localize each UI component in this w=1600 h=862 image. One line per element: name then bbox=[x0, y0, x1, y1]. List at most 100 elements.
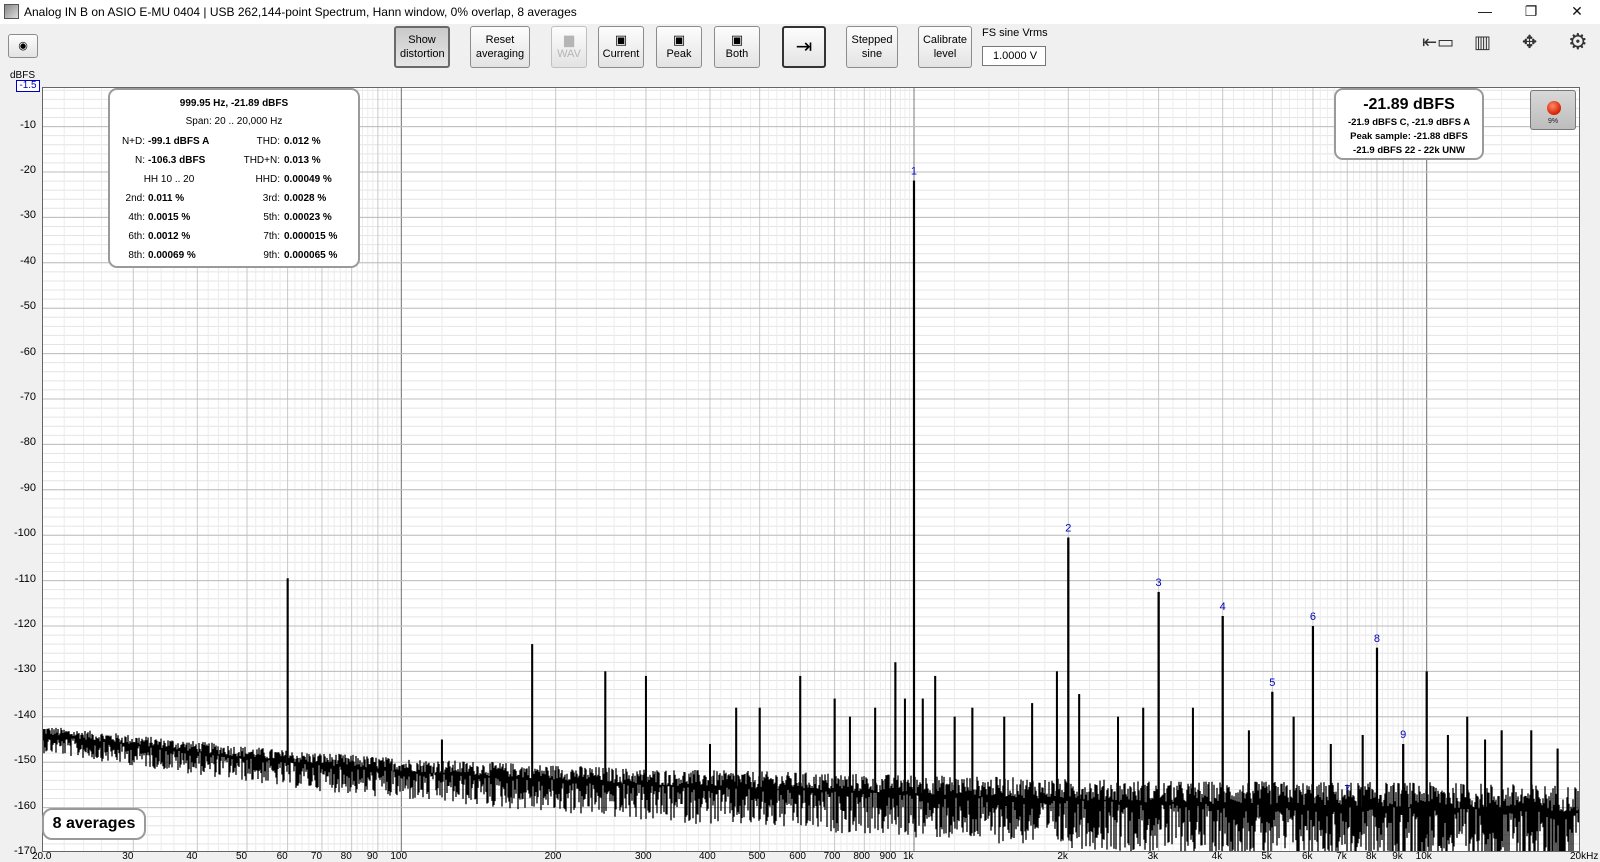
show-distortion-button[interactable]: Show distortion bbox=[394, 26, 450, 68]
level-line1: -21.9 dBFS C, -21.9 dBFS A bbox=[1347, 117, 1471, 128]
dist-row-label: 5th: bbox=[263, 212, 280, 223]
x-tick-label: 20kHz bbox=[1570, 851, 1599, 862]
restore-button[interactable]: ❐ bbox=[1508, 0, 1554, 24]
x-tick-label: 30 bbox=[122, 851, 134, 862]
dist-row-value: 0.012 % bbox=[284, 136, 321, 147]
dist-row-label: 3rd: bbox=[262, 193, 280, 204]
dist-row-value: 0.00069 % bbox=[148, 250, 196, 261]
y-tick-label: -160 bbox=[13, 799, 36, 812]
save-peak-button[interactable]: ▣ Peak bbox=[656, 26, 702, 68]
y-tick-label: -50 bbox=[20, 300, 36, 313]
zoom-icon[interactable]: ⇤▭ bbox=[1422, 32, 1454, 53]
x-tick-label: 200 bbox=[544, 851, 562, 862]
toolbar: ◉ Show distortion Reset averaging ▆ WAV ▣… bbox=[0, 24, 1600, 78]
averages-badge: 8 averages bbox=[42, 808, 146, 840]
record-percent: 9% bbox=[1547, 118, 1559, 125]
x-tick-label: 900 bbox=[879, 851, 897, 862]
harmonic-label-9: 9 bbox=[1400, 729, 1406, 741]
dist-row-label: THD+N: bbox=[243, 155, 280, 166]
calibrate-level-button[interactable]: Calibrate level bbox=[918, 26, 972, 68]
x-tick-label: 50 bbox=[236, 851, 248, 862]
y-tick-label: -70 bbox=[20, 390, 36, 403]
y-tick-label: -30 bbox=[20, 209, 36, 222]
export-arrow-icon: ⇥ bbox=[795, 36, 813, 58]
reset-averaging-label: Reset averaging bbox=[475, 34, 525, 60]
harmonic-label-8: 8 bbox=[1374, 633, 1380, 645]
export-icon[interactable]: ⇥ bbox=[782, 26, 826, 68]
y-tick-label: -120 bbox=[13, 617, 36, 630]
x-tick-label: 700 bbox=[823, 851, 841, 862]
x-tick-label: 400 bbox=[698, 851, 716, 862]
dist-row-value: 0.00023 % bbox=[284, 212, 332, 223]
x-tick-label: 90 bbox=[366, 851, 378, 862]
dist-row-value: 0.013 % bbox=[284, 155, 321, 166]
dist-row-label: 4th: bbox=[128, 212, 145, 223]
distortion-panel: 999.95 Hz, -21.89 dBFS Span: 20 .. 20,00… bbox=[108, 88, 360, 268]
stepped-sine-label: Stepped sine bbox=[851, 34, 893, 60]
x-tick-label: 100 bbox=[390, 851, 408, 862]
save-icon: ▆ bbox=[564, 32, 574, 47]
x-tick-label: 800 bbox=[853, 851, 870, 862]
dist-row-label: 2nd: bbox=[125, 193, 145, 204]
x-tick-label: 4k bbox=[1211, 851, 1223, 862]
y-tick-label: -10 bbox=[20, 118, 36, 131]
y-tick-label: -40 bbox=[20, 254, 36, 267]
level-main: -21.89 dBFS bbox=[1363, 96, 1455, 113]
save-both-button[interactable]: ▣ Both bbox=[714, 26, 760, 68]
harmonic-label-4: 4 bbox=[1220, 601, 1226, 613]
dist-row-value: 0.0012 % bbox=[148, 231, 191, 242]
harmonic-label-3: 3 bbox=[1156, 577, 1162, 589]
dist-row-value: 0.00049 % bbox=[284, 174, 332, 185]
fit-arrows-icon[interactable]: ✥ bbox=[1522, 32, 1537, 53]
x-tick-label: 3k bbox=[1147, 851, 1159, 862]
save-current-button[interactable]: ▣ Current bbox=[598, 26, 644, 68]
show-distortion-label: Show distortion bbox=[400, 34, 445, 60]
dist-row-label: HHD: bbox=[255, 174, 280, 185]
y-tick-label: -150 bbox=[13, 754, 36, 767]
x-tick-label: 600 bbox=[789, 851, 806, 862]
dist-row-value: -106.3 dBFS bbox=[148, 155, 206, 166]
stepped-sine-button[interactable]: Stepped sine bbox=[846, 26, 898, 68]
dist-row-value: -99.1 dBFS A bbox=[148, 136, 210, 147]
dist-row-label: 7th: bbox=[263, 231, 280, 242]
wav-button[interactable]: ▆ WAV bbox=[551, 26, 587, 68]
dist-row-label: 9th: bbox=[263, 250, 280, 261]
columns-icon[interactable]: ▥ bbox=[1474, 32, 1491, 53]
record-button[interactable]: 9% bbox=[1530, 90, 1576, 130]
harmonic-label-7: 7 bbox=[1344, 784, 1350, 796]
window-title: Analog IN B on ASIO E-MU 0404 | USB 262,… bbox=[24, 5, 577, 19]
x-tick-label: 80 bbox=[340, 851, 352, 862]
x-tick-label: 40 bbox=[186, 851, 198, 862]
minimize-button[interactable]: — bbox=[1462, 0, 1508, 24]
app-icon bbox=[4, 4, 19, 19]
reset-averaging-button[interactable]: Reset averaging bbox=[470, 26, 530, 68]
settings-gear-icon[interactable]: ⚙ bbox=[1568, 29, 1588, 55]
close-button[interactable]: ✕ bbox=[1554, 0, 1600, 24]
save-both-label: Both bbox=[725, 48, 749, 60]
x-tick-label: 7k bbox=[1336, 851, 1347, 862]
save-icon: ▣ bbox=[730, 32, 744, 47]
x-tick-label: 1k bbox=[903, 851, 914, 862]
record-icon bbox=[1547, 101, 1561, 115]
save-peak-label: Peak bbox=[666, 48, 692, 60]
dist-row-value: 0.0015 % bbox=[148, 212, 191, 223]
x-tick-label: 5k bbox=[1261, 851, 1272, 862]
harmonic-label-2: 2 bbox=[1065, 522, 1071, 534]
y-tick-label: -90 bbox=[20, 481, 36, 494]
x-tick-label: 6k bbox=[1301, 851, 1313, 862]
dist-row-value: 0.000015 % bbox=[284, 231, 338, 242]
x-tick-label: 10k bbox=[1415, 851, 1432, 862]
x-tick-label: 60 bbox=[276, 851, 288, 862]
y-tick-label: -60 bbox=[20, 345, 36, 358]
level-line3: -21.9 dBFS 22 - 22k UNW bbox=[1353, 145, 1465, 156]
save-icon: ▣ bbox=[614, 32, 628, 47]
fs-sine-input[interactable]: 1.0000 V bbox=[982, 46, 1046, 66]
camera-icon[interactable]: ◉ bbox=[8, 34, 38, 58]
x-tick-label: 9k bbox=[1392, 851, 1403, 862]
dist-row-label: N+D: bbox=[121, 136, 145, 147]
y-tick-label: -140 bbox=[13, 708, 36, 721]
x-tick-label: 8k bbox=[1365, 851, 1377, 862]
dist-row-value: 0.000065 % bbox=[284, 250, 338, 261]
y-axis-top-limit[interactable]: -1.5 bbox=[16, 80, 40, 92]
dist-row-label: 6th: bbox=[128, 231, 145, 242]
